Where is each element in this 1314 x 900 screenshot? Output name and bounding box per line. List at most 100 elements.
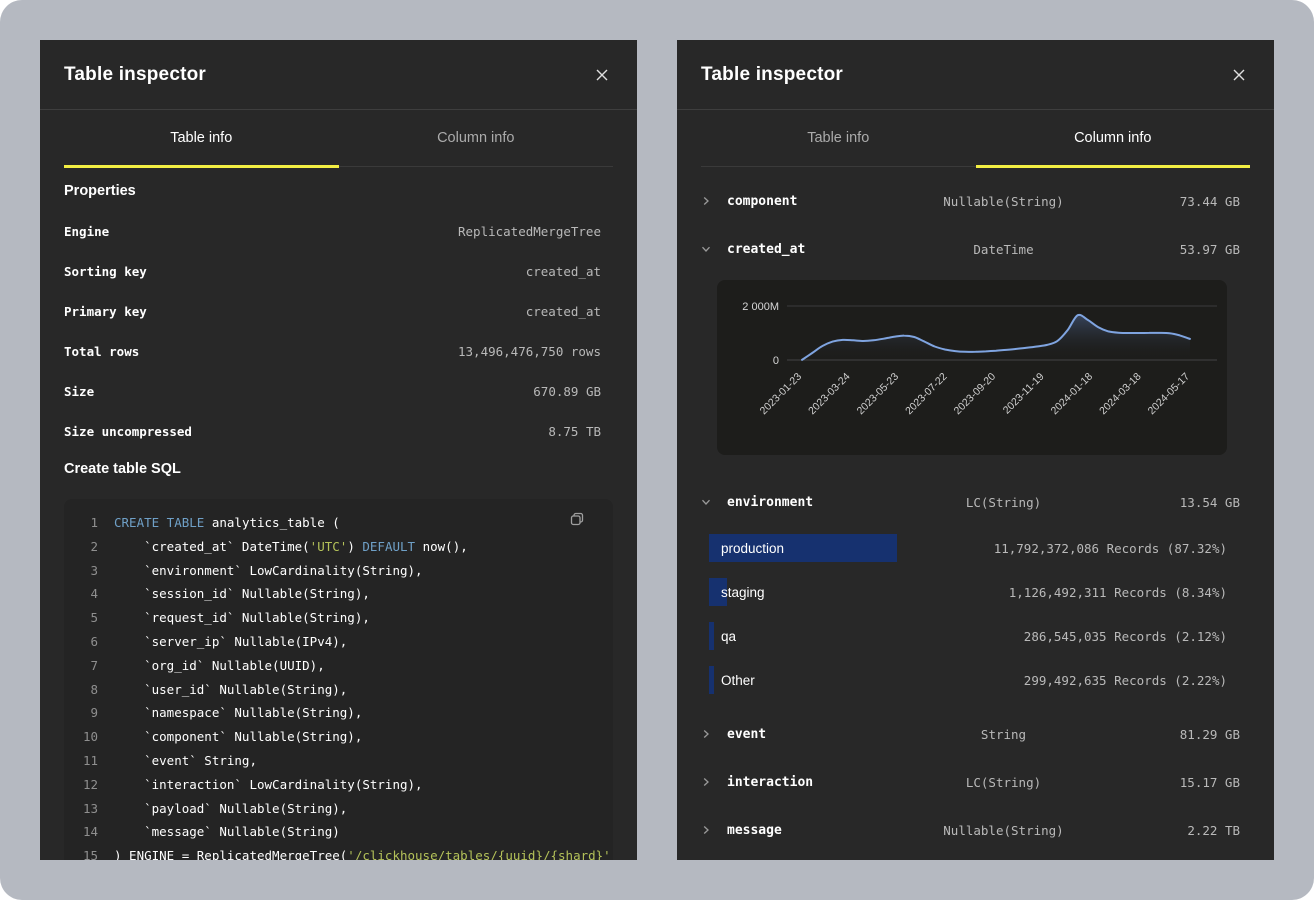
sql-code-text: `org_id` Nullable(UUID),: [114, 654, 325, 678]
property-row: Sorting key created_at: [64, 251, 613, 291]
distribution-records-count: 286,545,035 Records (2.12%): [1024, 629, 1227, 644]
modal-title: Table inspector: [701, 64, 843, 86]
line-number: 8: [80, 678, 98, 702]
copy-icon[interactable]: [567, 509, 587, 529]
column-row[interactable]: interaction LC(String) 15.17 GB: [701, 758, 1250, 806]
sql-code-text: CREATE TABLE analytics_table (: [114, 511, 340, 535]
column-distribution-chart-panel: 2 000M02023-01-232023-03-242023-05-23202…: [717, 280, 1227, 455]
svg-text:2023-09-20: 2023-09-20: [952, 371, 999, 418]
column-name: created_at: [727, 242, 907, 257]
distribution-value-label: staging: [709, 585, 765, 600]
chevron-right-icon: [701, 777, 727, 787]
line-number: 5: [80, 606, 98, 630]
column-row[interactable]: environment LC(String) 13.54 GB: [701, 478, 1250, 526]
chevron-right-icon: [701, 825, 727, 835]
property-value: ReplicatedMergeTree: [458, 224, 601, 239]
property-value: 8.75 TB: [548, 424, 601, 439]
table-info-content: Properties Engine ReplicatedMergeTree So…: [40, 183, 637, 860]
sql-code-line: 12 `interaction` LowCardinality(String),: [80, 773, 597, 797]
tab-table-info[interactable]: Table info: [701, 110, 976, 166]
distribution-row: staging 1,126,492,311 Records (8.34%): [709, 570, 1227, 614]
column-type: Nullable(String): [907, 194, 1100, 209]
distribution-value-label: qa: [709, 629, 736, 644]
property-row: Size 670.89 GB: [64, 371, 613, 411]
line-number: 10: [80, 725, 98, 749]
sql-code-line: 8 `user_id` Nullable(String),: [80, 678, 597, 702]
tab-column-info[interactable]: Column info: [339, 110, 614, 166]
close-icon[interactable]: [1228, 64, 1250, 86]
distribution-row: production 11,792,372,086 Records (87.32…: [709, 526, 1227, 570]
chevron-right-icon: [701, 729, 727, 739]
sql-code-text: ) ENGINE = ReplicatedMergeTree('/clickho…: [114, 844, 611, 860]
column-name: interaction: [727, 775, 907, 790]
property-value: 13,496,476,750 rows: [458, 344, 601, 359]
sql-code-text: `interaction` LowCardinality(String),: [114, 773, 423, 797]
svg-text:2023-05-23: 2023-05-23: [855, 371, 902, 418]
modal-header: Table inspector: [40, 40, 637, 110]
line-number: 1: [80, 511, 98, 535]
svg-text:2023-03-24: 2023-03-24: [806, 371, 853, 418]
sql-code-text: `user_id` Nullable(String),: [114, 678, 347, 702]
property-value: created_at: [526, 304, 601, 319]
column-row[interactable]: message Nullable(String) 2.22 TB: [701, 806, 1250, 854]
column-size: 81.29 GB: [1100, 727, 1240, 742]
sql-code-line: 15) ENGINE = ReplicatedMergeTree('/click…: [80, 844, 597, 860]
sql-code-text: `request_id` Nullable(String),: [114, 606, 370, 630]
line-number: 3: [80, 559, 98, 583]
column-row[interactable]: component Nullable(String) 73.44 GB: [701, 177, 1250, 225]
sql-code-line: 10 `component` Nullable(String),: [80, 725, 597, 749]
svg-text:2024-01-18: 2024-01-18: [1049, 371, 1096, 418]
property-label: Size uncompressed: [64, 424, 192, 439]
tab-bar: Table info Column info: [701, 110, 1250, 167]
sql-code-line: 14 `message` Nullable(String): [80, 820, 597, 844]
tab-column-info[interactable]: Column info: [976, 110, 1251, 166]
column-size: 53.97 GB: [1100, 242, 1240, 257]
column-type: String: [907, 727, 1100, 742]
column-type: LC(String): [907, 775, 1100, 790]
sql-code-text: `component` Nullable(String),: [114, 725, 362, 749]
table-inspector-modal-column-info: Table inspector Table info Column info c…: [677, 40, 1274, 860]
line-number: 7: [80, 654, 98, 678]
chevron-down-icon: [701, 244, 727, 254]
sql-code-line: 4 `session_id` Nullable(String),: [80, 582, 597, 606]
property-row: Total rows 13,496,476,750 rows: [64, 331, 613, 371]
sql-code-line: 9 `namespace` Nullable(String),: [80, 701, 597, 725]
column-row[interactable]: event String 81.29 GB: [701, 710, 1250, 758]
svg-text:2024-05-17: 2024-05-17: [1146, 371, 1193, 418]
columns-list: component Nullable(String) 73.44 GB crea…: [677, 167, 1274, 854]
distribution-records-count: 1,126,492,311 Records (8.34%): [1009, 585, 1227, 600]
distribution-value-label: Other: [709, 673, 755, 688]
sql-code-text: `session_id` Nullable(String),: [114, 582, 370, 606]
property-label: Total rows: [64, 344, 139, 359]
svg-text:2023-07-22: 2023-07-22: [903, 371, 950, 418]
property-label: Engine: [64, 224, 109, 239]
column-name: component: [727, 194, 907, 209]
distribution-records-count: 299,492,635 Records (2.22%): [1024, 673, 1227, 688]
sql-code-block: 1CREATE TABLE analytics_table (2 `create…: [64, 499, 613, 860]
sql-code-text: `server_ip` Nullable(IPv4),: [114, 630, 347, 654]
created-at-histogram: 2 000M02023-01-232023-03-242023-05-23202…: [717, 280, 1227, 455]
sql-lines: 1CREATE TABLE analytics_table (2 `create…: [80, 511, 597, 860]
sql-code-text: `payload` Nullable(String),: [114, 797, 347, 821]
column-type: DateTime: [907, 242, 1100, 257]
value-distribution-list: production 11,792,372,086 Records (87.32…: [709, 526, 1227, 702]
line-number: 2: [80, 535, 98, 559]
property-label: Primary key: [64, 304, 147, 319]
property-label: Sorting key: [64, 264, 147, 279]
sql-code-line: 1 CREATE TABLE analytics_table (: [80, 511, 597, 535]
property-row: Engine ReplicatedMergeTree: [64, 211, 613, 251]
chevron-right-icon: [701, 196, 727, 206]
desktop-background: Table inspector Table info Column info P…: [0, 0, 1314, 900]
column-type: Nullable(String): [907, 823, 1100, 838]
column-size: 15.17 GB: [1100, 775, 1240, 790]
sql-code-line: 6 `server_ip` Nullable(IPv4),: [80, 630, 597, 654]
sql-code-text: `environment` LowCardinality(String),: [114, 559, 423, 583]
sql-code-line: 7 `org_id` Nullable(UUID),: [80, 654, 597, 678]
tab-table-info[interactable]: Table info: [64, 110, 339, 166]
modal-title: Table inspector: [64, 64, 206, 86]
line-number: 11: [80, 749, 98, 773]
create-table-sql-heading: Create table SQL: [64, 461, 613, 477]
close-icon[interactable]: [591, 64, 613, 86]
column-row[interactable]: created_at DateTime 53.97 GB: [701, 225, 1250, 273]
properties-heading: Properties: [64, 183, 613, 199]
